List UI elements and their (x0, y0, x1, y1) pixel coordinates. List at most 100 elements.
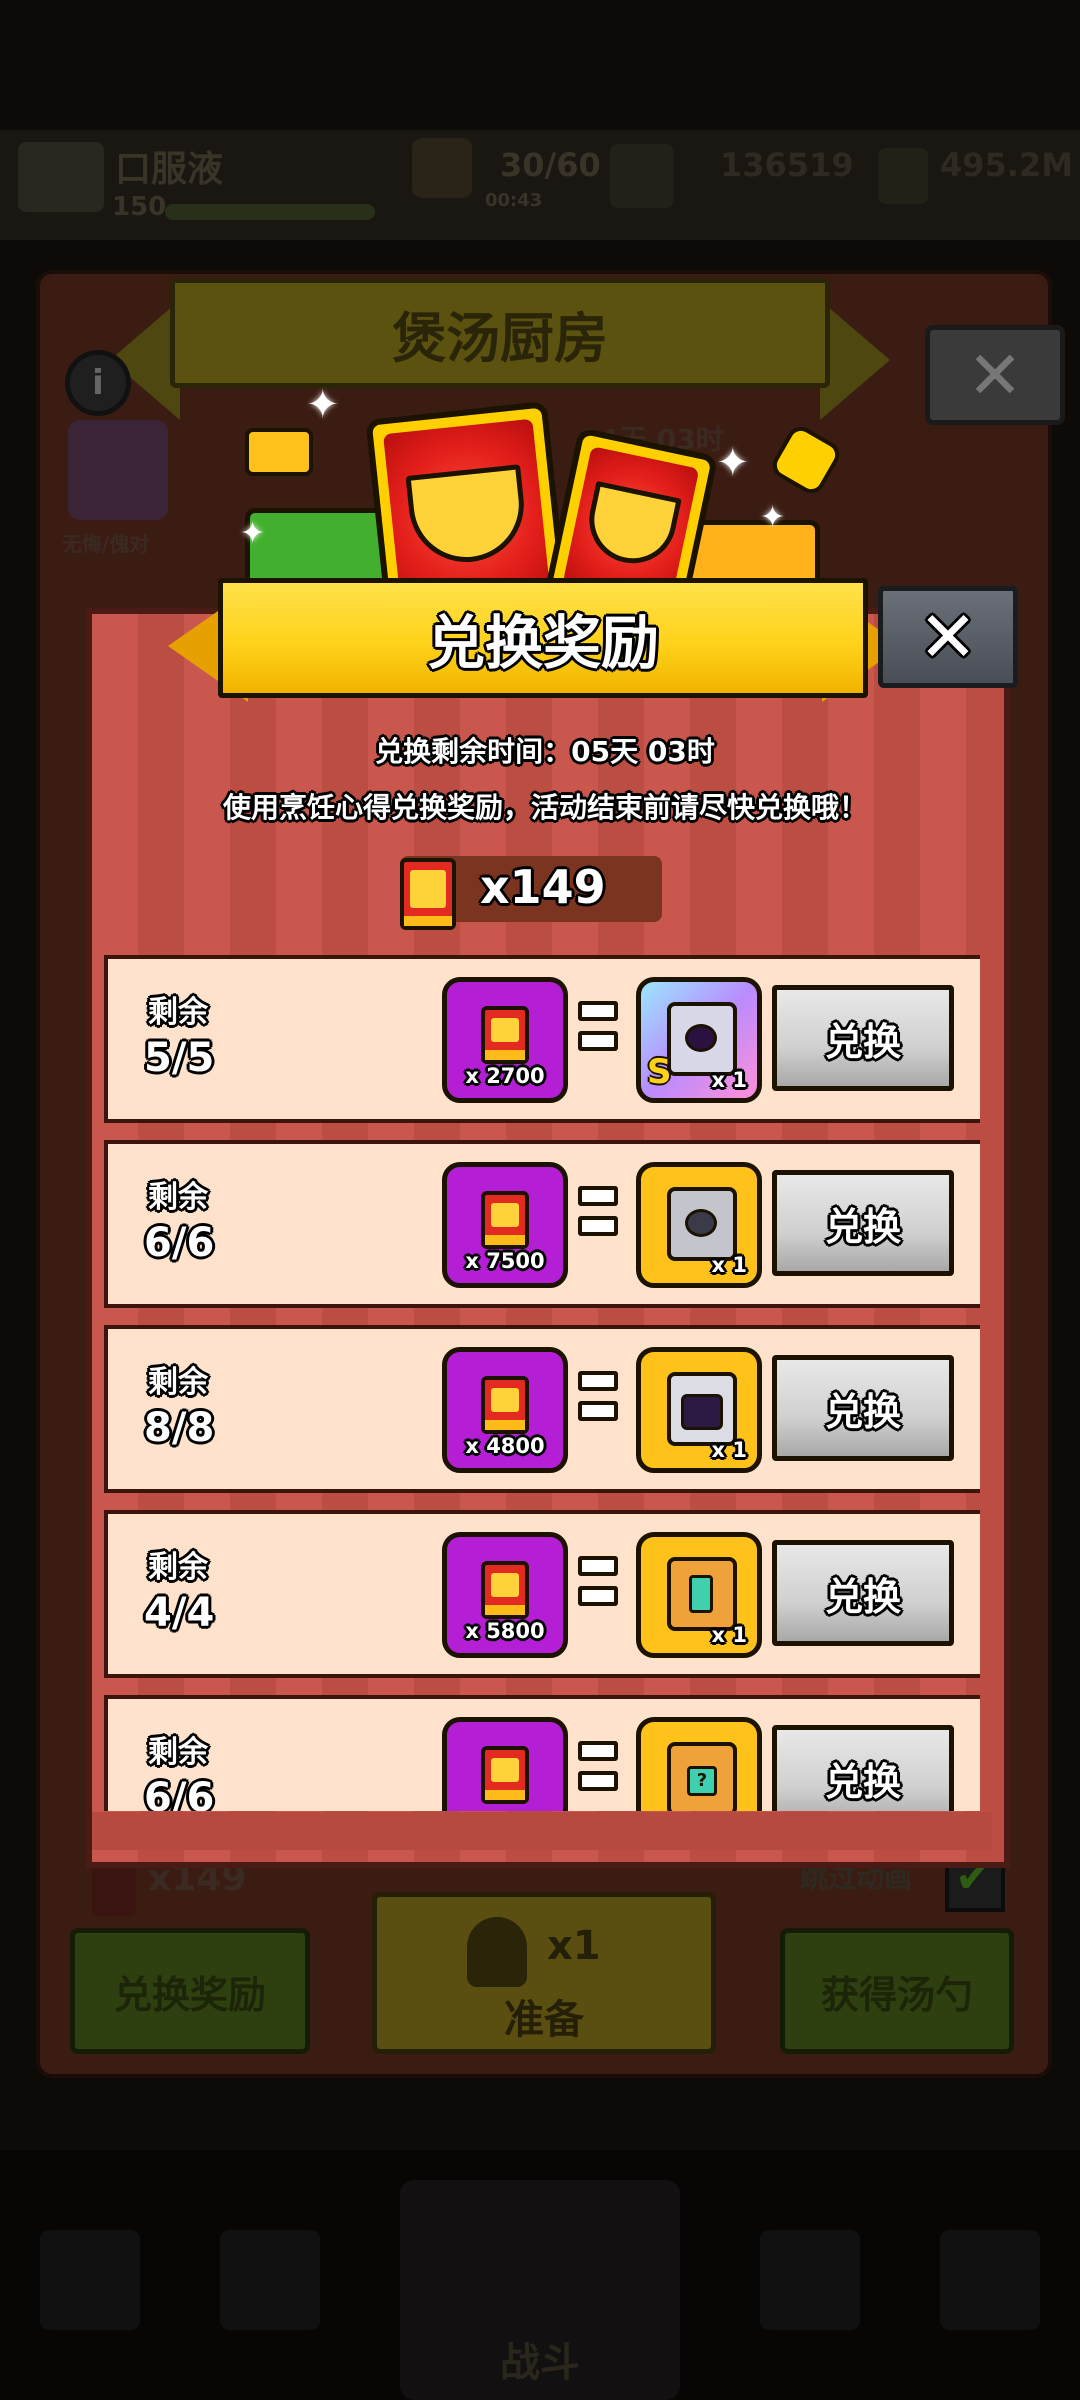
bg-redeem-label: 兑换奖励 (113, 1972, 266, 2017)
cost-tile (442, 1717, 568, 1811)
reward-row: 剩余 4/4 x 5800 x 1 兑换 (104, 1510, 980, 1678)
kitchen-title-banner: 煲汤厨房 (170, 278, 830, 388)
redeem-button-label: 兑换 (824, 1759, 901, 1804)
balance-value: x149 (480, 860, 606, 914)
power-icon (878, 148, 928, 204)
cost-tile: x 4800 (442, 1347, 568, 1473)
reward-quantity: x 1 (711, 1068, 747, 1092)
bg-redeem-button[interactable]: 兑换奖励 (70, 1928, 310, 2054)
coins-value: 136519 (720, 146, 854, 184)
redeem-button-label: 兑换 (824, 1389, 901, 1434)
reward-row: 剩余 8/8 x 4800 x 1 兑换 (104, 1325, 980, 1493)
bottom-nav: 战斗 (0, 2150, 1080, 2400)
prepare-label: 准备 (504, 1997, 584, 2043)
cooking-notes-icon (481, 1746, 529, 1804)
instruction-text: 使用烹饪心得兑换奖励，活动结束前请尽快兑换哦！ (222, 791, 867, 824)
remaining-count: 5/5 (144, 1035, 215, 1081)
kitchen-title-wing-right (820, 300, 890, 420)
player-avatar[interactable] (18, 142, 104, 212)
cooking-notes-icon (481, 1191, 529, 1249)
stamina-timer: 00:43 (485, 190, 543, 211)
remaining-label: 剩余 (148, 1365, 208, 1400)
reward-list[interactable]: 剩余 5/5 x 2700 S x 1 兑换 剩余 6/6 x 7500 x 1 (104, 955, 980, 1811)
cost-quantity: x 4800 (465, 1434, 545, 1458)
modal-close-button[interactable]: ✕ (878, 586, 1018, 688)
redeem-button[interactable]: 兑换 (772, 1170, 954, 1276)
power-value: 495.2M (940, 146, 1074, 184)
cooking-notes-icon (481, 1561, 529, 1619)
redeem-button[interactable]: 兑换 (772, 985, 954, 1091)
kitchen-title: 煲汤厨房 (392, 306, 608, 370)
character-label: 无悔/傀对 (62, 532, 150, 556)
remaining-count: 6/6 (144, 1220, 215, 1266)
redeem-button[interactable]: 兑换 (772, 1355, 954, 1461)
player-name: 口服液 (115, 149, 224, 190)
redeem-button-label: 兑换 (824, 1574, 901, 1619)
cost-tile: x 7500 (442, 1162, 568, 1288)
player-level: 150 (112, 192, 167, 222)
sparkle-icon: ✦ (716, 440, 750, 486)
redeem-button[interactable]: 兑换 (772, 1725, 954, 1811)
treasure-chest-icon (667, 1557, 737, 1631)
ladle-icon (467, 1917, 527, 1987)
prepare-button[interactable]: x1 准备 (372, 1892, 716, 2054)
pot-lid-icon (245, 428, 313, 476)
cooking-notes-icon (481, 1376, 529, 1434)
redeem-button-label: 兑换 (824, 1019, 901, 1064)
close-icon: ✕ (967, 336, 1023, 414)
reward-row: 剩余 6/6 ? 兑换 (104, 1695, 980, 1811)
nav-battle-tab[interactable]: 战斗 (400, 2180, 680, 2400)
cost-quantity: x 7500 (465, 1249, 545, 1273)
modal-title: 兑换奖励 (426, 609, 659, 677)
cooking-notes-icon (400, 858, 456, 930)
equals-icon (578, 1371, 618, 1431)
equals-icon (578, 1556, 618, 1616)
stamina-value: 30/60 (500, 146, 601, 184)
reward-tile[interactable]: S x 1 (636, 977, 762, 1103)
xp-bar (165, 204, 375, 220)
reward-quantity: x 1 (711, 1623, 747, 1647)
robot-chest-icon (667, 1187, 737, 1261)
redeem-button[interactable]: 兑换 (772, 1540, 954, 1646)
reward-tile[interactable]: x 1 (636, 1347, 762, 1473)
reward-quantity: x 1 (711, 1438, 747, 1462)
bottom-book-icon (92, 1862, 136, 1916)
close-icon: ✕ (918, 596, 978, 678)
remaining-label: 剩余 (148, 995, 208, 1030)
modal-bottom-band (92, 1812, 992, 1850)
coin-icon (610, 144, 674, 208)
nav-battle-label: 战斗 (500, 2340, 580, 2386)
remaining-label: 剩余 (148, 1735, 208, 1770)
reward-quantity: x 1 (711, 1253, 747, 1277)
reward-tile[interactable]: x 1 (636, 1162, 762, 1288)
reward-row: 剩余 5/5 x 2700 S x 1 兑换 (104, 955, 980, 1123)
reward-tile[interactable]: ? (636, 1717, 762, 1811)
ladle-count: x1 (547, 1923, 601, 1969)
sparkle-icon: ✦ (306, 382, 340, 428)
equals-icon (578, 1186, 618, 1246)
remaining-label: 剩余 (148, 1180, 208, 1215)
nav-more-icon[interactable] (940, 2230, 1040, 2330)
character-portrait[interactable] (68, 420, 168, 520)
s-rank-robot-chest-icon (667, 1002, 737, 1076)
sparkle-icon: ✦ (240, 516, 266, 551)
reward-tile[interactable]: x 1 (636, 1532, 762, 1658)
nav-equip-icon[interactable] (220, 2230, 320, 2330)
get-ladle-button[interactable]: 获得汤勺 (780, 1928, 1014, 2054)
kitchen-close-button[interactable]: ✕ (925, 325, 1065, 425)
get-ladle-label: 获得汤勺 (820, 1972, 973, 2017)
purple-robot-chest-icon (667, 1372, 737, 1446)
cost-quantity: x 5800 (465, 1619, 545, 1643)
cost-tile: x 2700 (442, 977, 568, 1103)
mystery-chest-icon: ? (667, 1742, 737, 1811)
remaining-count: 8/8 (144, 1405, 215, 1451)
info-icon[interactable]: i (65, 350, 131, 416)
modal-title-banner: 兑换奖励 (218, 578, 868, 698)
remaining-time: 兑换剩余时间：05天 03时 (375, 735, 715, 768)
equals-icon (578, 1741, 618, 1801)
nav-shop-icon[interactable] (40, 2230, 140, 2330)
remaining-count: 4/4 (144, 1590, 215, 1636)
top-status-bar: 口服液 150 30/60 00:43 136519 495.2M (0, 130, 1080, 240)
nav-talent-icon[interactable] (760, 2230, 860, 2330)
equals-icon (578, 1001, 618, 1061)
